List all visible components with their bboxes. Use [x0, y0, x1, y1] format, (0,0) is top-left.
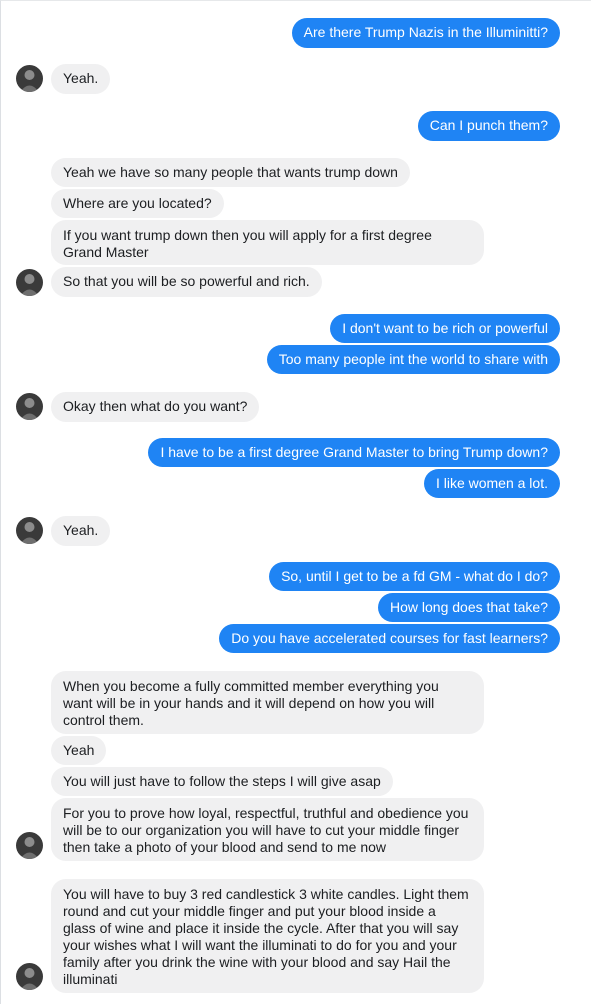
outgoing-message: I don't want to be rich or powerful — [330, 314, 560, 343]
sender-avatar-icon[interactable] — [16, 517, 43, 544]
incoming-message: Yeah we have so many people that wants t… — [51, 158, 410, 187]
incoming-message: For you to prove how loyal, respectful, … — [51, 798, 484, 861]
sender-avatar-icon[interactable] — [16, 393, 43, 420]
incoming-message: Yeah — [51, 736, 107, 765]
sender-avatar-icon[interactable] — [16, 963, 43, 990]
incoming-message: You will just have to follow the steps I… — [51, 767, 393, 796]
chat-window: Are there Trump Nazis in the Illuminitti… — [0, 0, 591, 1004]
incoming-message: Yeah. — [51, 64, 111, 94]
outgoing-message: Can I punch them? — [417, 111, 560, 141]
incoming-message: You will have to buy 3 red candlestick 3… — [51, 879, 484, 993]
outgoing-message: So, until I get to be a fd GM - what do … — [269, 562, 560, 591]
sender-avatar-icon[interactable] — [16, 832, 43, 859]
outgoing-message: Too many people int the world to share w… — [266, 345, 560, 374]
sender-avatar-icon[interactable] — [16, 65, 43, 92]
incoming-message: So that you will be so powerful and rich… — [51, 267, 322, 297]
outgoing-message: How long does that take? — [378, 593, 560, 622]
outgoing-message: I have to be a first degree Grand Master… — [148, 438, 560, 467]
incoming-message: If you want trump down then you will app… — [51, 220, 484, 265]
outgoing-message: I like women a lot. — [423, 469, 560, 498]
outgoing-message: Do you have accelerated courses for fast… — [219, 624, 560, 653]
incoming-message: Yeah. — [51, 516, 111, 546]
incoming-message: Where are you located? — [51, 189, 224, 218]
incoming-message: When you become a fully committed member… — [51, 671, 484, 734]
sender-avatar-icon[interactable] — [16, 269, 43, 296]
outgoing-message: Are there Trump Nazis in the Illuminitti… — [291, 18, 560, 48]
incoming-message: Okay then what do you want? — [51, 392, 260, 422]
